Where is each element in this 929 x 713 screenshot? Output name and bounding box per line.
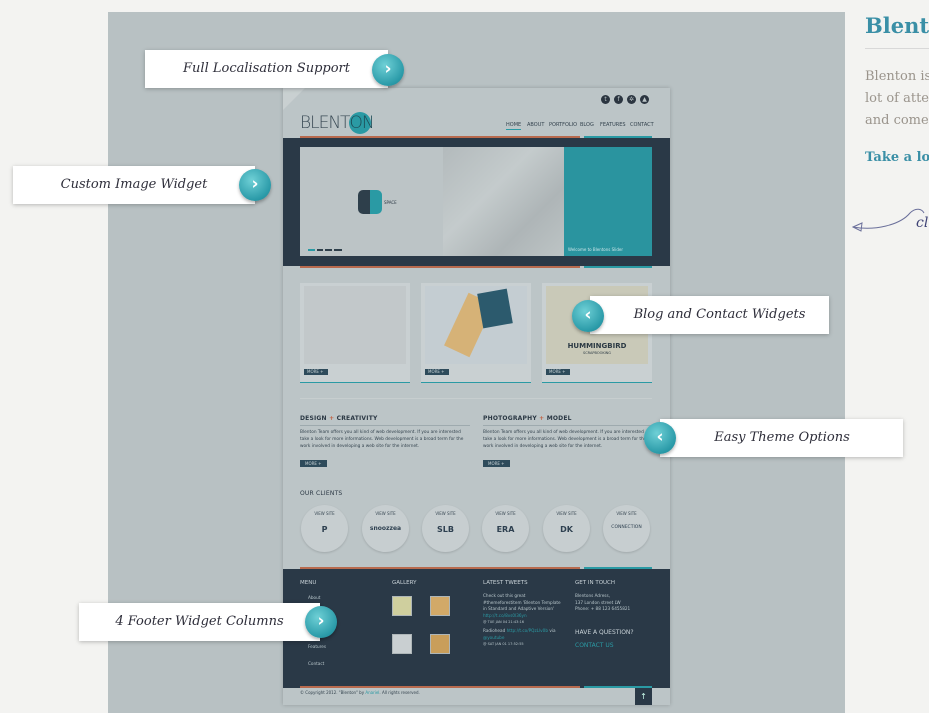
side-title: Blenton [865, 13, 929, 38]
column-title: DESIGN + CREATIVITY [300, 415, 378, 422]
footer-touch-title: GET IN TOUCH [575, 580, 616, 586]
footer-menu-title: MENU [300, 580, 317, 586]
divider [584, 266, 652, 268]
chevron-left-icon[interactable]: ‹ [644, 422, 676, 454]
column-photography: PHOTOGRAPHY + MODEL Blenton Team offers … [483, 415, 653, 469]
nav-home[interactable]: HOME [506, 122, 522, 130]
side-text: lot of atten [865, 91, 929, 106]
divider [300, 686, 580, 688]
side-text: and comes [865, 113, 929, 128]
footer-menu-item[interactable]: About [308, 595, 320, 602]
dribbble-icon[interactable]: ✲ [627, 95, 636, 104]
column-text: Blenton Team offers you all kind of web … [483, 430, 647, 449]
chevron-right-icon[interactable]: › [305, 606, 337, 638]
space-logo-icon [358, 190, 382, 214]
forrst-icon[interactable]: ▲ [640, 95, 649, 104]
tweet-link[interactable]: http://t.co/8vs0l36yn [483, 613, 527, 618]
contact-info: Blentons Adress, 137 London street LW Phon… [575, 593, 631, 611]
slider-pagination[interactable] [308, 249, 342, 251]
column-title: PHOTOGRAPHY + MODEL [483, 415, 572, 422]
divider [865, 48, 929, 49]
slide-caption: Welcome to Blentons Slider [568, 247, 624, 252]
gallery-thumb[interactable] [430, 634, 450, 654]
nav-about[interactable]: ABOUT [527, 122, 544, 128]
footer-gallery-title: GALLERY [392, 580, 417, 586]
nav-features[interactable]: FEATURES [600, 122, 626, 128]
hand-drawn-arrow-icon [851, 208, 925, 232]
logo-text: BLENT [300, 113, 350, 133]
divider [300, 398, 652, 399]
back-to-top-button[interactable]: ↑ [635, 688, 652, 705]
divider [300, 266, 580, 268]
logo: BLENTON [300, 112, 375, 134]
chevron-right-icon[interactable]: › [239, 169, 271, 201]
slide-badge: SPACE [384, 200, 397, 205]
clients-title: OUR CLIENTS [300, 490, 343, 497]
client-logo[interactable]: VIEW SITE SLB [422, 505, 469, 552]
slide-caption-panel [564, 147, 652, 256]
footer-menu-item[interactable]: Contact [308, 661, 324, 668]
client-logo[interactable]: VIEW SITE snoozzea [362, 505, 409, 552]
more-button[interactable]: MORE + [546, 369, 570, 375]
facebook-icon[interactable]: f [614, 95, 623, 104]
more-button[interactable]: MORE + [425, 369, 449, 375]
callout-blog-contact: Blog and Contact Widgets [590, 296, 829, 334]
column-text: Blenton Team offers you all kind of web … [300, 430, 464, 449]
tweet: Check out this great #themeforestitem 'B… [483, 593, 561, 624]
slide-pattern [443, 147, 564, 256]
card-image[interactable] [425, 286, 527, 364]
client-logo[interactable]: VIEW SITE ERA [482, 505, 529, 552]
tweet-user[interactable]: @youtube [483, 635, 504, 640]
question-heading: HAVE A QUESTION? [575, 629, 634, 636]
more-button[interactable]: MORE + [483, 460, 510, 468]
nav-contact[interactable]: CONTACT [630, 122, 654, 128]
tweet-link[interactable]: http://t.co/PQzLlv0b [507, 628, 548, 633]
callout-footer-columns: 4 Footer Widget Columns [79, 603, 320, 641]
tweet: Radiohead http://t.co/PQzLlv0b via @youtu… [483, 628, 556, 646]
side-link[interactable]: Take a loo [865, 150, 929, 165]
chevron-left-icon[interactable]: ‹ [572, 300, 604, 332]
portfolio-card: MORE + [421, 283, 531, 383]
card-image[interactable] [304, 286, 406, 364]
more-button[interactable]: MORE + [304, 369, 328, 375]
callout-theme-options: Easy Theme Options [660, 419, 903, 457]
client-logo[interactable]: VIEW SITE CONNECTION [603, 505, 650, 552]
footer-menu-item[interactable]: Features [308, 644, 326, 651]
gallery-thumb[interactable] [392, 596, 412, 616]
more-button[interactable]: MORE + [300, 460, 327, 468]
callout-image-widget: Custom Image Widget [13, 166, 255, 204]
corner-fold [283, 88, 305, 110]
client-logo[interactable]: VIEW SITE DK [543, 505, 590, 552]
nav-portfolio[interactable]: PORTFOLIO [549, 122, 577, 128]
client-logo[interactable]: VIEW SITE P [301, 505, 348, 552]
handwritten-text: cli [916, 215, 929, 231]
nav-blog[interactable]: BLOG [580, 122, 594, 128]
side-text: Blenton is [865, 69, 929, 84]
gallery-thumb[interactable] [392, 634, 412, 654]
contact-us-link[interactable]: CONTACT US [575, 642, 614, 649]
twitter-icon[interactable]: t [601, 95, 610, 104]
portfolio-card: MORE + [300, 283, 410, 383]
copyright: © Copyright 2012. "Blenton" by Anariel. … [300, 690, 420, 695]
footer-tweets-title: LATEST TWEETS [483, 580, 528, 586]
logo-accent: ON [349, 112, 375, 134]
callout-localisation: Full Localisation Support [145, 50, 388, 88]
chevron-right-icon[interactable]: › [372, 54, 404, 86]
column-design: DESIGN + CREATIVITY Blenton Team offers … [300, 415, 470, 469]
gallery-thumb[interactable] [430, 596, 450, 616]
